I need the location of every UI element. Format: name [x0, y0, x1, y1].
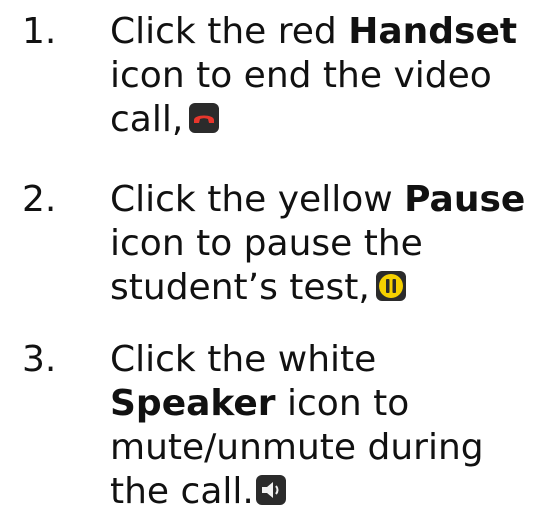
- item-number: 3.: [22, 339, 57, 380]
- item-bold-term: Speaker: [110, 383, 276, 424]
- item-text-line1: Click the white: [110, 339, 377, 380]
- item-number: 1.: [22, 11, 57, 52]
- item-text: Click the white Speaker icon to mute/unm…: [110, 338, 546, 514]
- item-text-line4: the call.: [110, 471, 254, 512]
- item-text-line3: student’s test,: [110, 267, 370, 308]
- item-bold-term: Handset: [348, 11, 518, 52]
- item-text-line2: icon to end the video: [110, 55, 492, 96]
- yellow-pause-icon: [375, 271, 406, 301]
- red-handset-icon: [189, 103, 220, 133]
- item-text-pre: Click the yellow: [110, 179, 405, 220]
- item-text-line3: mute/unmute during: [110, 427, 484, 468]
- item-bold-term: Pause: [404, 179, 526, 220]
- item-number: 2.: [22, 179, 57, 220]
- item-text-pre: Click the red: [110, 11, 349, 52]
- item-text: Click the red Handset icon to end the vi…: [110, 10, 546, 142]
- white-speaker-icon: [255, 475, 286, 505]
- item-text-line2-rest: icon to: [275, 383, 410, 424]
- item-text-line3: call,: [110, 99, 184, 140]
- item-text: Click the yellow Pause icon to pause the…: [110, 178, 546, 310]
- item-text-line2: icon to pause the: [110, 223, 423, 264]
